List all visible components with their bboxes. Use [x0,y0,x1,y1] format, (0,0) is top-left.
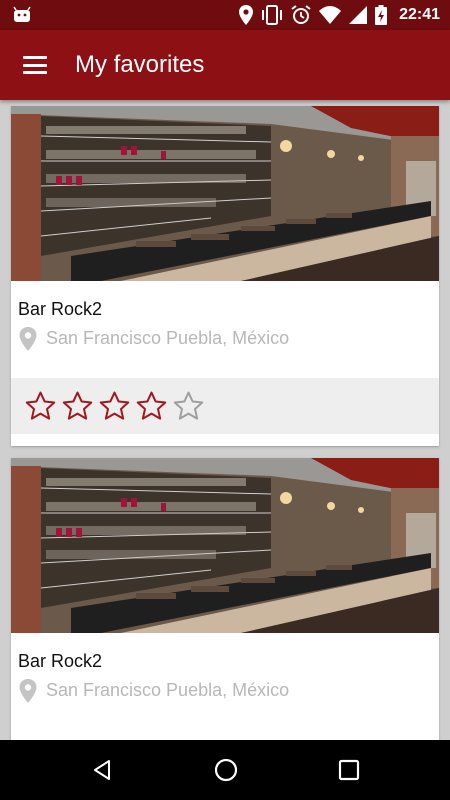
bar-photo [11,106,439,281]
location-text: San Francisco Puebla, México [46,328,290,348]
star-rating[interactable] [11,378,439,434]
vibrate-icon [261,5,283,25]
recents-icon[interactable] [338,759,360,781]
back-icon[interactable] [90,758,114,782]
venue-location: San Francisco Puebla, México [11,671,439,705]
status-time: 22:41 [399,6,440,23]
home-icon[interactable] [213,757,239,783]
venue-name: Bar Rock2 [18,299,103,319]
menu-button[interactable] [0,30,70,100]
wifi-icon [319,6,342,24]
bar-photo [11,458,439,633]
page-title: My favorites [75,51,205,78]
system-nav-bar [0,740,450,800]
favorite-card[interactable]: Bar Rock2 San Francisco Puebla, México [11,458,439,740]
app-bar: My favorites [0,30,450,100]
battery-charging-icon [375,5,388,25]
venue-location: San Francisco Puebla, México [11,319,439,353]
alarm-icon [291,5,311,25]
location-pin-icon [19,678,37,703]
location-icon [239,5,254,25]
venue-name: Bar Rock2 [18,651,103,671]
android-icon [12,6,32,24]
favorites-list[interactable]: Bar Rock2 San Francisco Puebla, México B… [0,100,450,740]
status-bar: 22:41 [0,0,450,30]
star-filled-icon[interactable] [60,389,95,423]
location-text: San Francisco Puebla, México [46,680,290,700]
star-filled-icon[interactable] [97,389,132,423]
favorite-card[interactable]: Bar Rock2 San Francisco Puebla, México [11,106,439,446]
star-filled-icon[interactable] [134,389,169,423]
star-empty-icon[interactable] [171,389,206,423]
location-pin-icon [19,326,37,351]
hamburger-menu-icon [23,56,47,74]
star-filled-icon[interactable] [23,389,58,423]
signal-icon [349,6,368,24]
